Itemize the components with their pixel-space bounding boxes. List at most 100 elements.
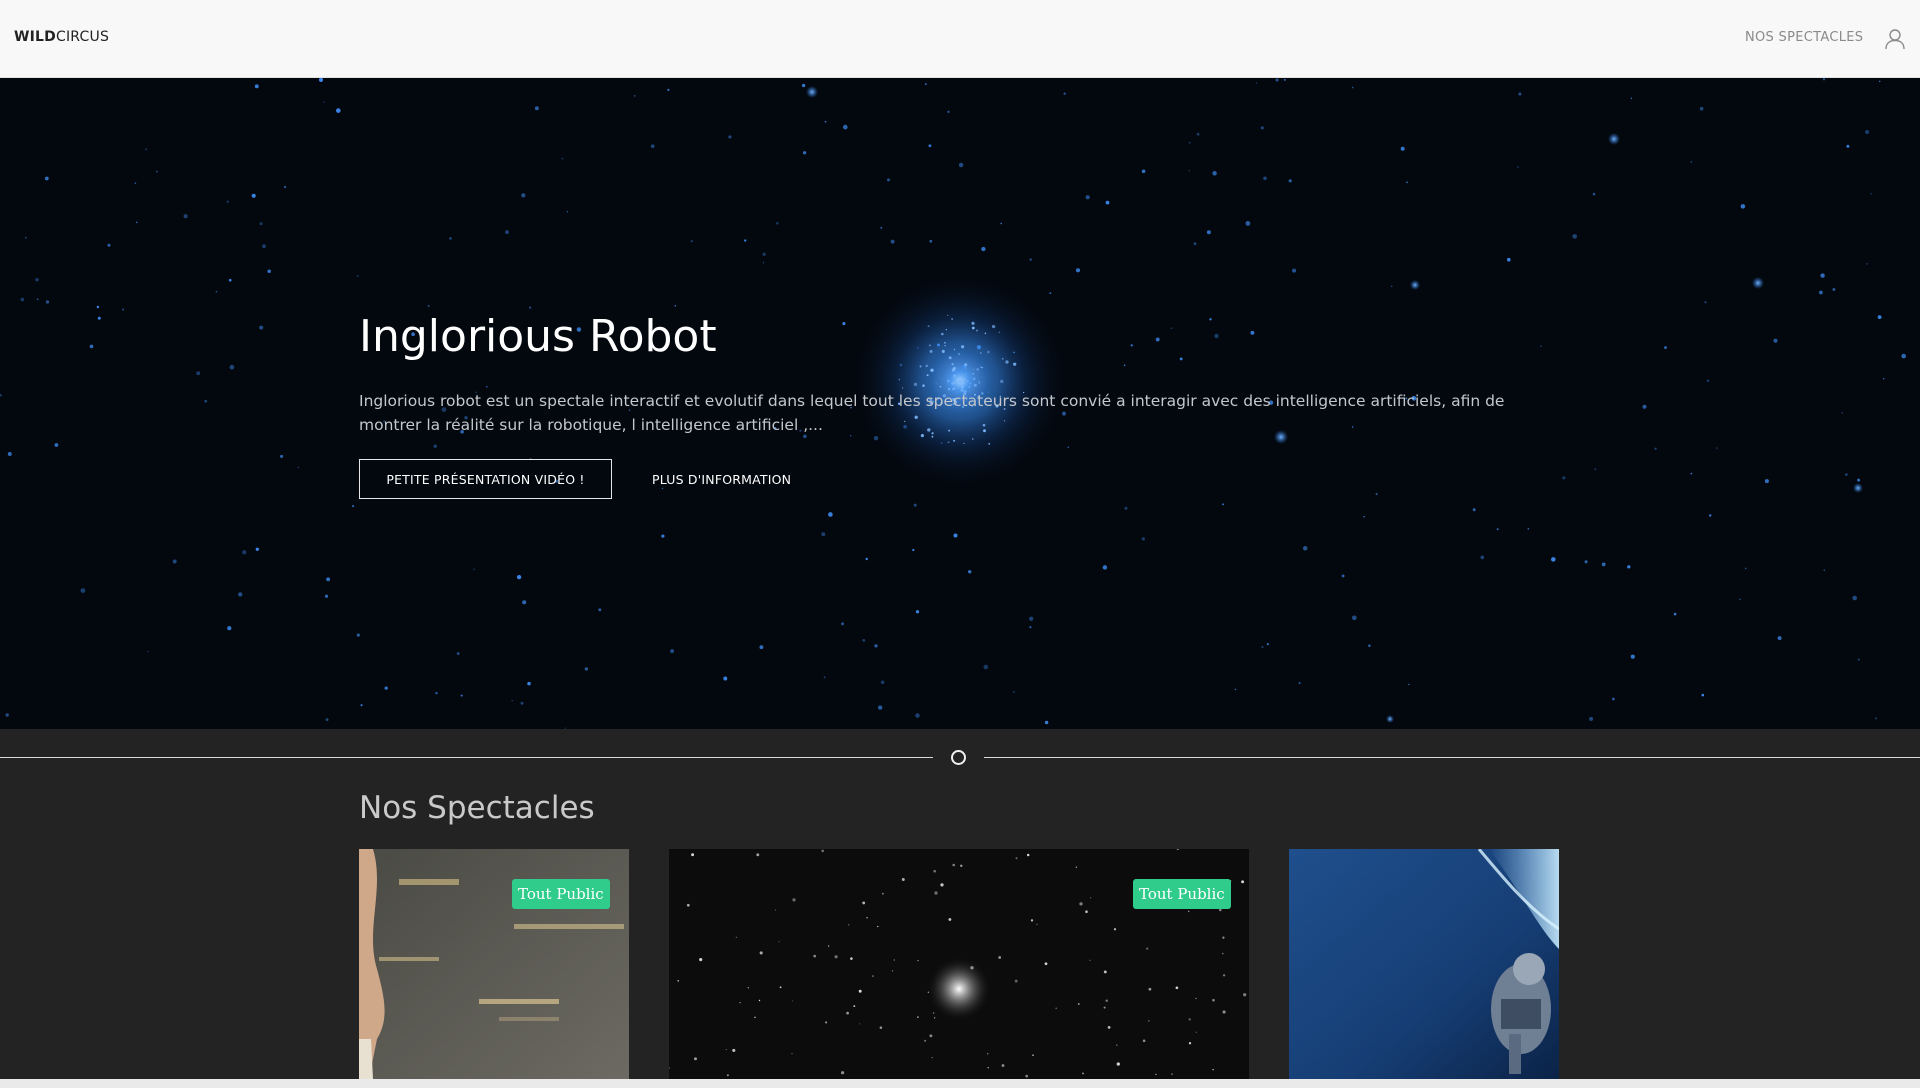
star-dot [1234,688,1237,691]
star-dot [1283,78,1286,81]
hero-description: Inglorious robot est un spectale interac… [359,392,1505,435]
show-card[interactable]: Tout Public [359,849,629,1079]
star-dot [1026,853,1030,857]
star-dot [983,664,989,670]
user-icon[interactable] [1884,28,1906,50]
star-dot [1195,1031,1197,1033]
star-dot [1212,998,1215,1002]
star-dot [802,151,807,155]
divider-line-right [984,757,1920,758]
star-dot [842,124,848,130]
star-dot [242,550,247,555]
star-dot [1245,221,1251,226]
star-dot [834,955,838,959]
star-dot [778,941,780,943]
star-dot [1391,285,1393,287]
star-dot [1241,880,1245,884]
star-dot [1105,999,1108,1002]
star-dot [1715,447,1718,449]
star-dot [694,1057,697,1061]
star-dot [147,650,149,653]
star-dot [35,277,39,282]
star-dot [1107,1026,1111,1029]
star-dot [1029,258,1032,261]
star-dot [1188,1042,1192,1045]
star-dot [54,443,59,447]
star-dot [80,588,86,593]
star-dot [1845,473,1848,476]
star-dot [1870,192,1873,195]
star-dot [1063,92,1066,95]
star-dot [1036,923,1038,925]
star-dot [323,101,325,104]
star-dot [1187,910,1190,913]
star-dot [226,200,229,203]
show-card[interactable] [1289,849,1559,1079]
star-dot [1594,468,1596,470]
audience-badge: Tout Public [512,879,610,909]
star-dot [762,252,766,256]
star-dot [728,135,732,139]
star-dot [1584,560,1588,564]
star-dot [1480,555,1485,560]
video-presentation-button[interactable]: PETITE PRÉSENTATION VIDÉO ! [359,459,612,500]
star-dot [1630,97,1633,99]
star-dot [1883,378,1885,380]
star-dot [828,512,833,517]
star-dot [1740,204,1746,209]
star-dot [890,239,895,244]
star-dot [958,162,964,168]
star-dot [1212,1068,1214,1071]
divider-circle-icon [951,750,966,765]
star-dot [1079,902,1083,906]
star-dot [1105,200,1110,205]
star-dot [970,966,974,970]
star-dot [1222,974,1226,977]
star-dot [1261,646,1264,648]
star-dot [1406,181,1408,184]
star-dot [880,680,885,685]
star-dot [859,1023,861,1025]
horizontal-scrollbar[interactable] [0,1079,1920,1088]
star-dot [1857,658,1860,661]
star-dot [1777,636,1782,641]
star-dot [1212,171,1217,176]
brand-logo[interactable]: WILDCIRCUS [14,29,109,45]
star-dot [135,221,138,224]
show-card[interactable]: Tout Public [669,849,1249,1079]
star-dot [20,297,25,302]
star-dot [584,667,589,671]
star-dot [776,222,779,225]
star-dot [1857,478,1861,482]
star-dot [1029,616,1034,621]
nav-link-spectacles[interactable]: NOS SPECTACLES [1745,30,1863,45]
star-dot [801,83,806,88]
more-info-button[interactable]: PLUS D'INFORMATION [652,472,791,487]
star-dot [1363,515,1365,518]
star-dot [686,903,690,907]
star-dot [1266,643,1269,646]
star-dot [691,853,695,857]
star-dot [813,954,816,958]
star-dot [1627,565,1631,569]
star-dot [352,505,355,508]
star-dot [505,230,509,235]
star-dot [326,577,331,582]
star-dot [534,106,539,111]
star-dot [866,916,868,919]
star-dot [1820,273,1825,278]
star-dot [880,226,883,229]
star-dot [929,239,933,243]
star-dot [1196,132,1200,136]
star-dot [1341,574,1345,578]
star-dot [690,240,693,243]
star-dot [825,1021,828,1024]
star-dot [762,262,765,264]
star-dot [1518,92,1522,96]
star-dot [1075,866,1078,868]
star-dot [848,924,850,926]
star-dot [1103,970,1107,974]
star-dot [774,909,777,911]
star-dot [255,547,259,551]
star-dot [791,1052,793,1055]
